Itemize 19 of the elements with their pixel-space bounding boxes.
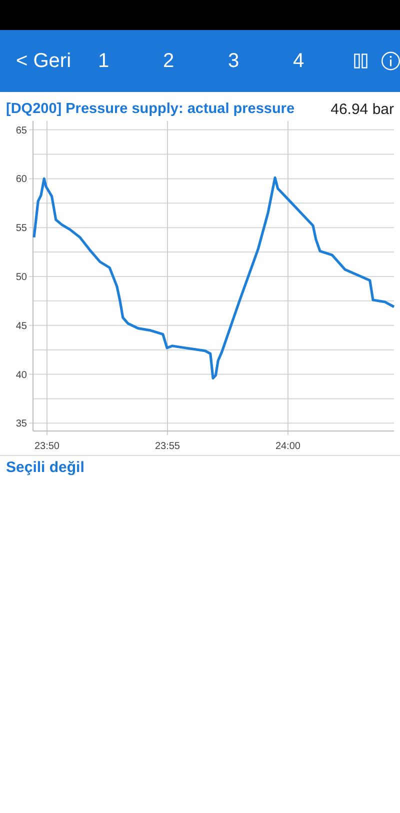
x-axis-label: 23:55 <box>154 441 180 452</box>
selection-status: Seçili değil <box>5 458 86 478</box>
page-tab[interactable]: 2 <box>136 50 202 72</box>
y-axis-label: 65 <box>16 125 27 136</box>
x-axis-label: 23:50 <box>34 441 60 452</box>
y-axis-label: 55 <box>16 223 27 234</box>
page-tab[interactable]: 4 <box>266 50 332 72</box>
page-tab[interactable]: 3 <box>201 50 266 72</box>
page-tab[interactable]: 1 <box>71 50 136 72</box>
back-button[interactable]: < Geri <box>0 50 72 72</box>
y-axis-label: 35 <box>16 418 27 430</box>
y-axis-label: 50 <box>16 272 27 283</box>
signal-reading: 46.94 bar <box>330 100 394 118</box>
y-axis-label: 45 <box>16 320 27 332</box>
signal-name: [DQ200] Pressure supply: actual pressure <box>6 101 295 117</box>
y-axis-label: 40 <box>16 370 27 381</box>
y-axis-label: 60 <box>16 174 27 186</box>
pause-icon[interactable] <box>354 51 368 71</box>
x-axis-label: 24:00 <box>275 441 300 452</box>
